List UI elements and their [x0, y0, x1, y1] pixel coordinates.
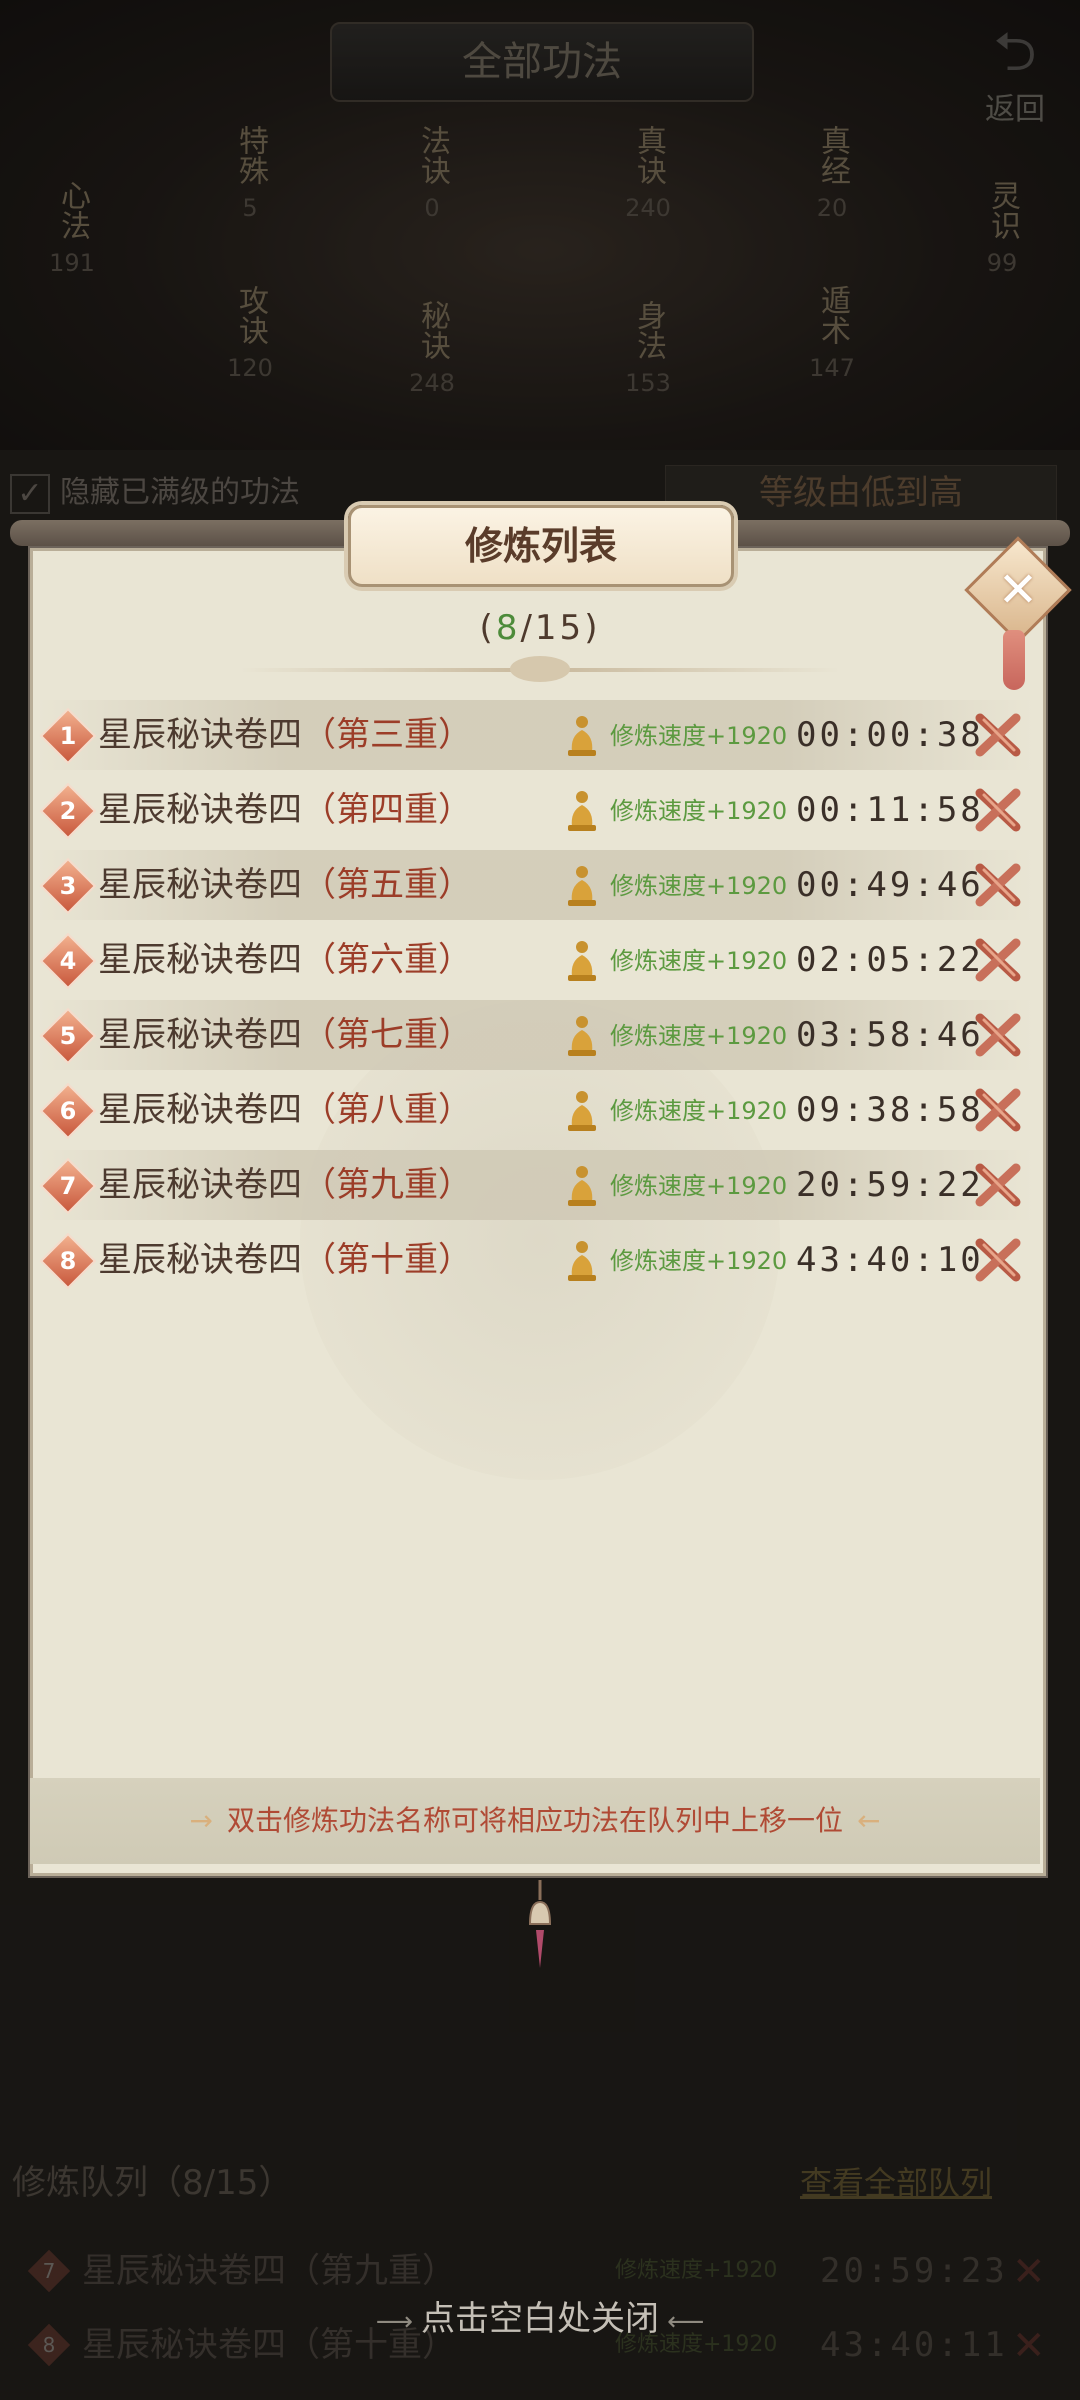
tap-to-close-hint[interactable]: ⟶ 点击空白处关闭 ⟵ — [300, 2296, 780, 2342]
technique-name[interactable]: 星辰秘诀卷四（第四重） — [98, 787, 472, 833]
remove-icon[interactable] — [974, 1012, 1022, 1058]
technique-name[interactable]: 星辰秘诀卷四（第七重） — [98, 1012, 472, 1058]
remove-icon[interactable] — [974, 787, 1022, 833]
remove-icon[interactable] — [974, 712, 1022, 758]
training-row[interactable]: 1 星辰秘诀卷四（第三重） 修炼速度+1920 00:00:38 — [36, 700, 1034, 770]
technique-title: 星辰秘诀卷四 — [98, 1090, 302, 1130]
training-row[interactable]: 2 星辰秘诀卷四（第四重） 修炼速度+1920 00:11:58 — [36, 775, 1034, 845]
technique-layer: （第三重） — [302, 715, 472, 755]
technique-name[interactable]: 星辰秘诀卷四（第六重） — [98, 937, 472, 983]
meditation-icon — [568, 1241, 596, 1281]
technique-layer: （第六重） — [302, 940, 472, 980]
training-row[interactable]: 7 星辰秘诀卷四（第九重） 修炼速度+1920 20:59:22 — [36, 1150, 1034, 1220]
technique-name[interactable]: 星辰秘诀卷四（第五重） — [98, 862, 472, 908]
meditation-icon — [568, 716, 596, 756]
technique-layer: （第八重） — [302, 1090, 472, 1130]
technique-name[interactable]: 星辰秘诀卷四（第十重） — [98, 1237, 472, 1283]
meditation-icon — [568, 1166, 596, 1206]
technique-name[interactable]: 星辰秘诀卷四（第八重） — [98, 1087, 472, 1133]
queue-counter: (8/15) — [400, 608, 680, 652]
counter-current: 8 — [495, 608, 521, 648]
speed-bonus: 修炼速度+1920 — [610, 1172, 788, 1200]
technique-title: 星辰秘诀卷四 — [98, 1015, 302, 1055]
remove-icon[interactable] — [974, 1237, 1022, 1283]
remaining-time: 00:00:38 — [796, 715, 984, 755]
remove-icon[interactable] — [974, 862, 1022, 908]
arrow-left-icon: → — [189, 1804, 213, 1837]
remaining-time: 00:11:58 — [796, 790, 984, 830]
technique-layer: （第十重） — [302, 1240, 472, 1280]
ornament-left-icon: ⟶ — [375, 2307, 413, 2337]
meditation-icon — [568, 941, 596, 981]
training-row[interactable]: 8 星辰秘诀卷四（第十重） 修炼速度+1920 43:40:10 — [36, 1225, 1034, 1295]
speed-bonus: 修炼速度+1920 — [610, 1247, 788, 1275]
speed-bonus: 修炼速度+1920 — [610, 1097, 788, 1125]
index-badge-icon: 8 — [39, 1232, 97, 1290]
training-row[interactable]: 6 星辰秘诀卷四（第八重） 修炼速度+1920 09:38:58 — [36, 1075, 1034, 1145]
row-index: 4 — [59, 947, 77, 975]
remove-icon[interactable] — [974, 937, 1022, 983]
training-row[interactable]: 3 星辰秘诀卷四（第五重） 修炼速度+1920 00:49:46 — [36, 850, 1034, 920]
counter-close: ) — [584, 608, 601, 648]
speed-bonus: 修炼速度+1920 — [610, 722, 788, 750]
index-badge-icon: 3 — [39, 857, 97, 915]
counter-separator: / — [520, 608, 535, 648]
bell-ornament — [528, 1880, 552, 1968]
meditation-icon — [568, 1016, 596, 1056]
remaining-time: 09:38:58 — [796, 1090, 984, 1130]
technique-title: 星辰秘诀卷四 — [98, 790, 302, 830]
remove-icon[interactable] — [974, 1087, 1022, 1133]
technique-layer: （第九重） — [302, 1165, 472, 1205]
row-index: 1 — [59, 722, 77, 750]
speed-bonus: 修炼速度+1920 — [610, 947, 788, 975]
row-index: 6 — [59, 1097, 77, 1125]
technique-title: 星辰秘诀卷四 — [98, 1165, 302, 1205]
counter-total: 15 — [534, 608, 585, 648]
remaining-time: 20:59:22 — [796, 1165, 984, 1205]
speed-bonus: 修炼速度+1920 — [610, 872, 788, 900]
row-index: 5 — [59, 1022, 77, 1050]
technique-title: 星辰秘诀卷四 — [98, 865, 302, 905]
meditation-icon — [568, 866, 596, 906]
row-index: 3 — [59, 872, 77, 900]
remove-icon[interactable] — [974, 1162, 1022, 1208]
technique-title: 星辰秘诀卷四 — [98, 1240, 302, 1280]
row-index: 8 — [59, 1247, 77, 1275]
technique-title: 星辰秘诀卷四 — [98, 715, 302, 755]
index-badge-icon: 2 — [39, 782, 97, 840]
training-row[interactable]: 5 星辰秘诀卷四（第七重） 修炼速度+1920 03:58:46 — [36, 1000, 1034, 1070]
index-badge-icon: 4 — [39, 932, 97, 990]
technique-layer: （第五重） — [302, 865, 472, 905]
dialog-title: 修炼列表 — [348, 505, 734, 587]
meditation-icon — [568, 791, 596, 831]
index-badge-icon: 1 — [39, 707, 97, 765]
ornament-right-icon: ⟵ — [667, 2307, 705, 2337]
hint-text: 双击修炼功法名称可将相应功法在队列中上移一位 — [226, 1804, 843, 1837]
technique-layer: （第四重） — [302, 790, 472, 830]
remaining-time: 03:58:46 — [796, 1015, 984, 1055]
index-badge-icon: 6 — [39, 1082, 97, 1140]
speed-bonus: 修炼速度+1920 — [610, 1022, 788, 1050]
speed-bonus: 修炼速度+1920 — [610, 797, 788, 825]
tassel-ornament — [1003, 630, 1025, 690]
technique-name[interactable]: 星辰秘诀卷四（第三重） — [98, 712, 472, 758]
technique-layer: （第七重） — [302, 1015, 472, 1055]
technique-name[interactable]: 星辰秘诀卷四（第九重） — [98, 1162, 472, 1208]
technique-title: 星辰秘诀卷四 — [98, 940, 302, 980]
training-row[interactable]: 4 星辰秘诀卷四（第六重） 修炼速度+1920 02:05:22 — [36, 925, 1034, 995]
remaining-time: 00:49:46 — [796, 865, 984, 905]
close-hint-text: 点击空白处关闭 — [421, 2299, 659, 2339]
index-badge-icon: 7 — [39, 1157, 97, 1215]
close-icon: ✕ — [997, 562, 1039, 618]
counter-open: ( — [479, 608, 496, 648]
meditation-icon — [568, 1091, 596, 1131]
arrow-right-icon: ← — [857, 1804, 881, 1837]
row-index: 2 — [59, 797, 77, 825]
row-index: 7 — [59, 1172, 77, 1200]
index-badge-icon: 5 — [39, 1007, 97, 1065]
remaining-time: 02:05:22 — [796, 940, 984, 980]
divider-ornament — [510, 656, 570, 682]
dialog-hint: → 双击修炼功法名称可将相应功法在队列中上移一位 ← — [30, 1778, 1040, 1864]
remaining-time: 43:40:10 — [796, 1240, 984, 1280]
